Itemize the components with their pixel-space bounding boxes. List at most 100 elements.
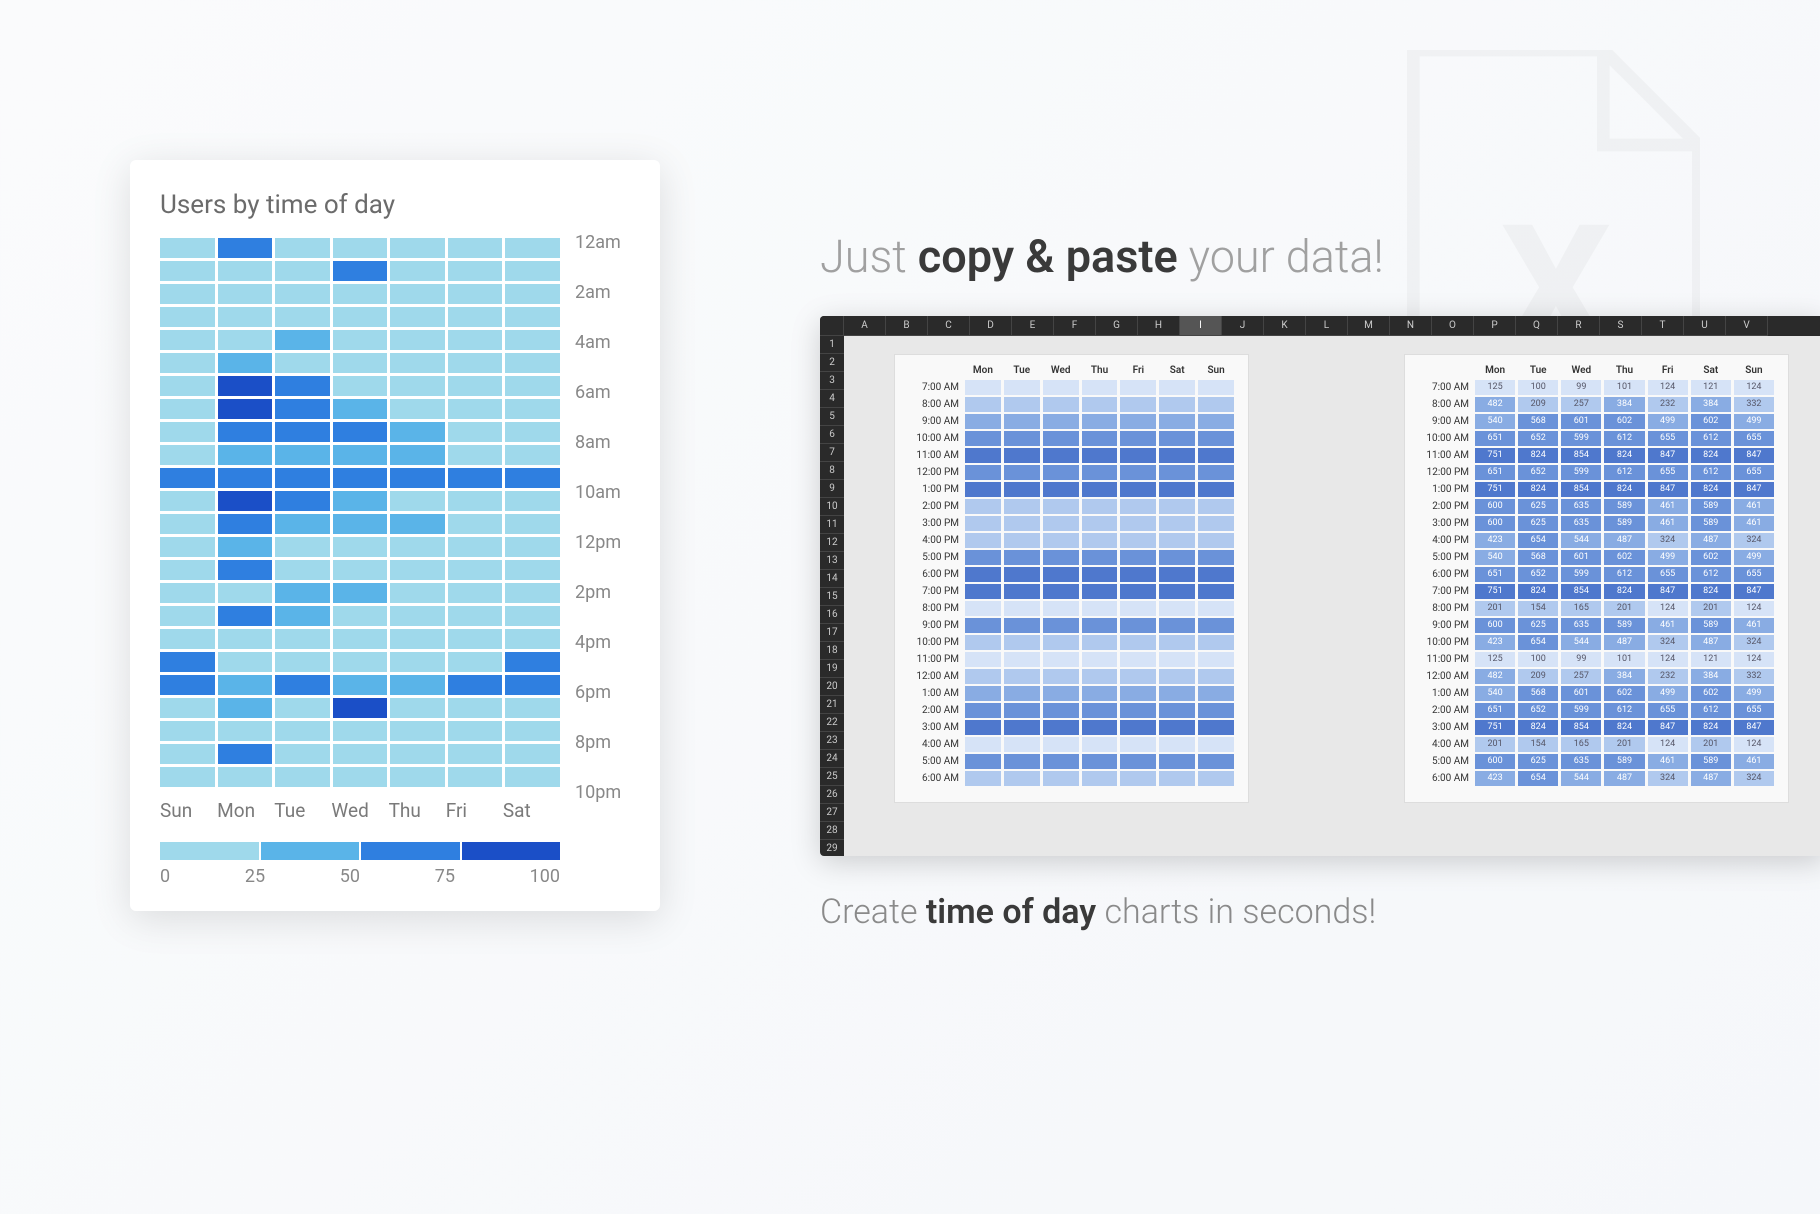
heatmap-cell	[448, 330, 503, 350]
heatmap-cell	[218, 238, 273, 258]
heatmap-cell	[448, 514, 503, 534]
heatmap-cell	[390, 698, 445, 718]
heatmap-cell	[390, 238, 445, 258]
heatmap-cell	[218, 721, 273, 741]
heatmap-cell	[333, 399, 388, 419]
heatmap-cell	[390, 744, 445, 764]
heatmap-cell	[448, 629, 503, 649]
heatmap-cell	[160, 307, 215, 327]
heatmap-cell	[333, 560, 388, 580]
heatmap-cell	[218, 767, 273, 787]
heatmap-cell	[275, 376, 330, 396]
heatmap-cell	[505, 560, 560, 580]
heatmap-cell	[505, 606, 560, 626]
heatmap-cell	[218, 399, 273, 419]
heatmap-cell	[505, 307, 560, 327]
heatmap-cell	[275, 307, 330, 327]
heatmap-cell	[160, 422, 215, 442]
heatmap-cell	[390, 606, 445, 626]
heatmap-cell	[505, 629, 560, 649]
heatmap-cell	[160, 652, 215, 672]
heatmap-cell	[390, 675, 445, 695]
spreadsheet-preview: ABCDEFGHIJKLMNOPQRSTUV 12345678910111213…	[820, 316, 1820, 856]
heatmap-cell	[448, 238, 503, 258]
heatmap-cell	[390, 399, 445, 419]
heatmap-cell	[275, 445, 330, 465]
heatmap-cell	[505, 376, 560, 396]
heatmap-cell	[275, 238, 330, 258]
heatmap-cell	[160, 445, 215, 465]
embedded-heatmap-left: MonTueWedThuFriSatSun7:00 AM8:00 AM9:00 …	[894, 354, 1249, 803]
heatmap-cell	[218, 629, 273, 649]
spreadsheet-content: MonTueWedThuFriSatSun7:00 AM8:00 AM9:00 …	[844, 336, 1820, 856]
heatmap-cell	[333, 675, 388, 695]
heatmap-cell	[448, 560, 503, 580]
heatmap-cell	[160, 744, 215, 764]
heatmap-cell	[448, 491, 503, 511]
heatmap-cell	[160, 261, 215, 281]
heatmap-cell	[448, 652, 503, 672]
heatmap-cell	[160, 675, 215, 695]
heatmap-cell	[390, 422, 445, 442]
heatmap-cell	[275, 399, 330, 419]
heatmap-cell	[448, 767, 503, 787]
hour-axis-labels: 12am2am4am6am8am10am12pm2pm4pm6pm8pm10pm	[575, 232, 621, 803]
heatmap-cell	[333, 491, 388, 511]
heatmap-cell	[218, 353, 273, 373]
heatmap-cell	[160, 399, 215, 419]
heatmap-cell	[333, 307, 388, 327]
heatmap-cell	[275, 767, 330, 787]
heatmap-cell	[218, 468, 273, 488]
heatmap-cell	[505, 583, 560, 603]
heatmap-cell	[333, 330, 388, 350]
heatmap-cell	[275, 560, 330, 580]
heatmap-cell	[160, 284, 215, 304]
heatmap-cell	[160, 560, 215, 580]
heatmap-cell	[505, 330, 560, 350]
heatmap-grid	[160, 238, 560, 787]
heatmap-cell	[218, 514, 273, 534]
heatmap-cell	[275, 537, 330, 557]
heatmap-cell	[390, 560, 445, 580]
heatmap-cell	[218, 445, 273, 465]
heatmap-cell	[275, 606, 330, 626]
heatmap-cell	[333, 537, 388, 557]
heatmap-cell	[390, 514, 445, 534]
heatmap-cell	[505, 238, 560, 258]
heatmap-cell	[275, 353, 330, 373]
chart-title: Users by time of day	[160, 190, 630, 220]
color-legend: 0255075100	[160, 842, 560, 887]
heatmap-cell	[390, 284, 445, 304]
heatmap-cell	[275, 491, 330, 511]
heatmap-cell	[390, 468, 445, 488]
heatmap-cell	[333, 468, 388, 488]
heatmap-cell	[505, 744, 560, 764]
heatmap-cell	[333, 744, 388, 764]
heatmap-cell	[275, 698, 330, 718]
heatmap-cell	[160, 238, 215, 258]
heatmap-cell	[275, 721, 330, 741]
column-headers: ABCDEFGHIJKLMNOPQRSTUV	[820, 316, 1820, 336]
heatmap-cell	[160, 629, 215, 649]
heatmap-cell	[448, 744, 503, 764]
heatmap-cell	[218, 583, 273, 603]
heatmap-cell	[333, 514, 388, 534]
heatmap-cell	[275, 583, 330, 603]
heatmap-cell	[333, 721, 388, 741]
heatmap-cell	[390, 330, 445, 350]
heatmap-cell	[505, 399, 560, 419]
heatmap-cell	[448, 468, 503, 488]
heatmap-cell	[218, 675, 273, 695]
embedded-heatmap-right: MonTueWedThuFriSatSun7:00 AM125100991011…	[1404, 354, 1789, 803]
heatmap-cell	[390, 376, 445, 396]
heatmap-cell	[333, 422, 388, 442]
heatmap-cell	[448, 353, 503, 373]
heatmap-cell	[505, 284, 560, 304]
heatmap-cell	[160, 721, 215, 741]
heatmap-cell	[275, 468, 330, 488]
heatmap-cell	[505, 698, 560, 718]
heatmap-cell	[448, 445, 503, 465]
heatmap-cell	[505, 721, 560, 741]
heatmap-card: Users by time of day 12am2am4am6am8am10a…	[130, 160, 660, 911]
heatmap-cell	[333, 767, 388, 787]
